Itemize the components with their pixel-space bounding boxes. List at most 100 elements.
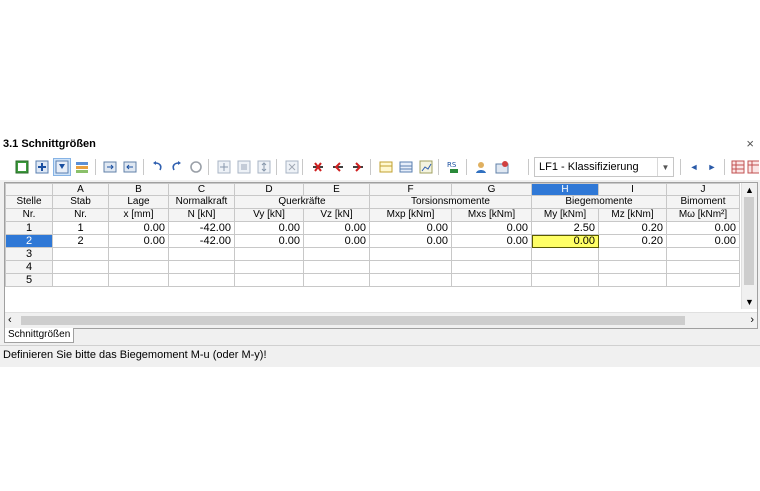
rows-icon[interactable] (398, 159, 414, 175)
cell-mxs[interactable] (451, 273, 532, 287)
grid-settings-icon[interactable] (730, 159, 746, 175)
cell-mz[interactable]: 0.20 (598, 234, 667, 248)
settings-icon[interactable] (494, 159, 510, 175)
scroll-thumb[interactable] (744, 197, 754, 285)
sort-icon[interactable] (256, 159, 272, 175)
filter-icon[interactable] (53, 158, 71, 176)
copy-icon[interactable] (236, 159, 252, 175)
cell-x[interactable] (108, 273, 169, 287)
cell-x[interactable] (108, 260, 169, 274)
cell-vy[interactable] (234, 260, 304, 274)
row-number[interactable]: 5 (5, 273, 53, 287)
scroll-up-icon[interactable]: ▲ (745, 185, 754, 195)
cell-n[interactable] (168, 247, 235, 261)
cell-x[interactable]: 0.00 (108, 234, 169, 248)
cell-vz[interactable] (303, 247, 370, 261)
cell-mxp[interactable]: 0.00 (369, 221, 452, 235)
table-icon[interactable] (14, 159, 30, 175)
table-row[interactable]: 3 (5, 247, 740, 261)
color-scale-icon[interactable] (74, 159, 90, 175)
row-number[interactable]: 1 (5, 221, 53, 235)
cell-vz[interactable] (303, 260, 370, 274)
col-letter-a[interactable]: A (52, 183, 109, 196)
delete-rows-icon[interactable] (310, 159, 326, 175)
cell-vy[interactable]: 0.00 (234, 234, 304, 248)
col-letter-b[interactable]: B (108, 183, 169, 196)
cell-stab[interactable] (52, 273, 109, 287)
insert-row-icon[interactable] (330, 159, 346, 175)
col-letter-i[interactable]: I (598, 183, 667, 196)
cell-vz[interactable]: 0.00 (303, 221, 370, 235)
next-icon[interactable]: ► (704, 159, 720, 175)
tab-schnittgroessen[interactable]: Schnittgrößen (4, 328, 75, 343)
cell-mw[interactable]: 0.00 (666, 234, 740, 248)
add-row-icon[interactable] (34, 159, 50, 175)
active-cell-my[interactable]: 0.00 (531, 234, 599, 248)
col-letter-c[interactable]: C (168, 183, 235, 196)
scroll-left-icon[interactable]: ‹ (8, 314, 12, 326)
previous-icon[interactable]: ◄ (686, 159, 702, 175)
import-icon[interactable] (122, 159, 138, 175)
move-icon[interactable] (216, 159, 232, 175)
cell-mxs[interactable] (451, 260, 532, 274)
col-letter-h[interactable]: H (531, 183, 599, 196)
append-row-icon[interactable] (350, 159, 366, 175)
grid-options-icon[interactable] (747, 159, 759, 175)
cell-mw[interactable] (666, 247, 740, 261)
cell-mz[interactable] (598, 260, 667, 274)
columns-icon[interactable] (378, 159, 394, 175)
cell-mxs[interactable]: 0.00 (451, 221, 532, 235)
cell-stab[interactable] (52, 247, 109, 261)
cell-mz[interactable] (598, 273, 667, 287)
col-letter-j[interactable]: J (666, 183, 740, 196)
chart-icon[interactable] (418, 159, 434, 175)
col-letter-g[interactable]: G (451, 183, 532, 196)
row-number[interactable]: 4 (5, 260, 53, 274)
scroll-down-icon[interactable]: ▼ (745, 297, 754, 307)
cell-my[interactable] (531, 260, 599, 274)
cell-mxp[interactable] (369, 247, 452, 261)
col-letter-f[interactable]: F (369, 183, 452, 196)
cell-x[interactable] (108, 247, 169, 261)
cell-mxp[interactable] (369, 260, 452, 274)
cell-mz[interactable]: 0.20 (598, 221, 667, 235)
rs-export-icon[interactable]: RS (446, 159, 462, 175)
cell-n[interactable] (168, 273, 235, 287)
table-row-selected[interactable]: 2 2 0.00 -42.00 0.00 0.00 0.00 0.00 0.00… (5, 234, 740, 248)
export-icon[interactable] (102, 159, 118, 175)
cell-vy[interactable]: 0.00 (234, 221, 304, 235)
chevron-down-icon[interactable]: ▼ (657, 158, 673, 176)
scroll-thumb[interactable] (21, 316, 685, 325)
cell-stab[interactable] (52, 260, 109, 274)
cell-mw[interactable]: 0.00 (666, 221, 740, 235)
cell-n[interactable]: -42.00 (168, 221, 235, 235)
cell-n[interactable] (168, 260, 235, 274)
row-number[interactable]: 2 (5, 234, 53, 248)
table-row[interactable]: 5 (5, 273, 740, 287)
cell-mxp[interactable] (369, 273, 452, 287)
cell-mz[interactable] (598, 247, 667, 261)
col-letter-d[interactable]: D (234, 183, 304, 196)
cell-stab[interactable]: 1 (52, 221, 109, 235)
cell-mxs[interactable] (451, 247, 532, 261)
cell-my[interactable]: 2.50 (531, 221, 599, 235)
horizontal-scrollbar[interactable]: ‹ › (5, 312, 757, 328)
cell-vz[interactable]: 0.00 (303, 234, 370, 248)
table-row[interactable]: 4 (5, 260, 740, 274)
cell-mxs[interactable]: 0.00 (451, 234, 532, 248)
cell-mw[interactable] (666, 260, 740, 274)
cell-mw[interactable] (666, 273, 740, 287)
cell-vz[interactable] (303, 273, 370, 287)
cell-my[interactable] (531, 247, 599, 261)
vertical-scrollbar[interactable]: ▲ ▼ (741, 183, 757, 309)
delete-icon[interactable] (284, 159, 300, 175)
cell-x[interactable]: 0.00 (108, 221, 169, 235)
table-row[interactable]: 1 1 0.00 -42.00 0.00 0.00 0.00 0.00 2.50… (5, 221, 740, 235)
cell-mxp[interactable]: 0.00 (369, 234, 452, 248)
scroll-right-icon[interactable]: › (750, 314, 754, 326)
undo-icon[interactable] (150, 159, 166, 175)
user-icon[interactable] (474, 159, 490, 175)
cell-my[interactable] (531, 273, 599, 287)
cell-n[interactable]: -42.00 (168, 234, 235, 248)
cell-vy[interactable] (234, 247, 304, 261)
